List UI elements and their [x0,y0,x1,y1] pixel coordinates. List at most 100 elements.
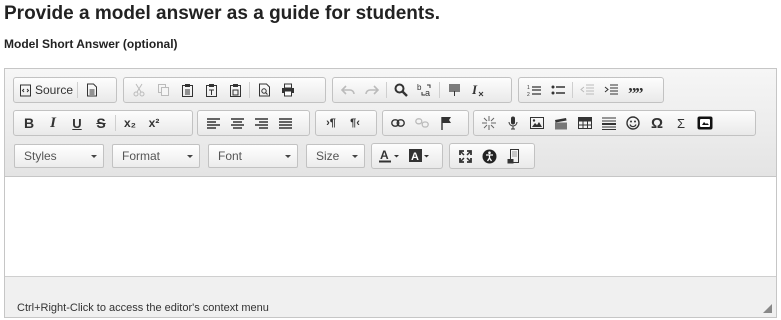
print-icon [281,83,295,97]
bulleted-list-button[interactable] [546,79,570,101]
source-icon [19,84,32,97]
cut-icon [132,83,146,97]
increase-indent-button[interactable] [599,79,623,101]
justify-button[interactable] [273,112,297,134]
unlink-button[interactable] [410,112,434,134]
rtl-button[interactable]: ¶‹ [343,112,367,134]
styles-label: Styles [24,149,57,163]
toolbar-separator [115,115,116,131]
replace-button[interactable]: ba [413,79,437,101]
paste-text-button[interactable] [199,79,223,101]
decrease-indent-button[interactable] [575,79,599,101]
show-blocks-icon [507,148,519,164]
toolbar-group-links [382,110,469,136]
editor-toolbar: Source ba I 12 ” ” B I U S x₂ x² ›¶ ¶‹ Ω… [5,69,776,177]
table-button[interactable] [573,112,597,134]
text-color-icon: A [379,149,401,163]
table-icon [578,117,592,129]
italic-glyph: I [50,114,56,131]
chevron-down-icon [187,155,193,158]
toolbar-separator [77,82,79,98]
font-dropdown[interactable]: Font [208,144,298,168]
size-dropdown[interactable]: Size [306,144,365,168]
ltr-button[interactable]: ›¶ [319,112,343,134]
paste-word-icon [229,83,242,98]
horizontal-rule-button[interactable] [597,112,621,134]
numbered-list-icon: 12 [527,84,541,97]
omega-icon: Ω [650,114,664,132]
paste-button[interactable] [175,79,199,101]
editor-status-bar: Ctrl+Right-Click to access the editor's … [5,276,776,317]
rtl-icon: ¶‹ [350,117,360,129]
math-button[interactable]: Σ [669,112,693,134]
find-button[interactable] [389,79,413,101]
sigma-icon: Σ [676,115,686,131]
align-right-button[interactable] [249,112,273,134]
replace-icon: ba [417,83,433,97]
copy-icon [157,83,170,97]
preview-button[interactable] [252,79,276,101]
show-blocks-button[interactable] [501,145,525,167]
styles-dropdown[interactable]: Styles [14,144,104,168]
copy-button[interactable] [151,79,175,101]
undo-icon [341,84,355,96]
toolbar-group-paragraph: 12 ”” [518,77,664,103]
size-label: Size [316,149,340,163]
print-button[interactable] [276,79,300,101]
smiley-icon [626,116,640,130]
blockquote-button[interactable]: ”” [623,79,647,101]
svg-text:A: A [380,149,389,162]
cut-button[interactable] [127,79,151,101]
superscript-glyph: x² [148,116,160,130]
image-button[interactable] [525,112,549,134]
subscript-glyph: x₂ [123,116,136,130]
bold-glyph: B [23,115,35,131]
toolbar-group-clipboard [123,77,326,103]
numbered-list-button[interactable]: 12 [522,79,546,101]
align-center-button[interactable] [225,112,249,134]
superscript-button[interactable]: x² [142,112,166,134]
select-all-button[interactable] [442,79,466,101]
redo-icon [365,84,379,96]
templates-button[interactable] [80,79,104,101]
toolbar-separator [439,82,440,98]
image-icon [530,117,544,129]
underline-button[interactable]: U [65,112,89,134]
toolbar-separator [572,82,573,98]
select-all-icon [448,83,461,97]
format-dropdown[interactable]: Format [112,144,200,168]
subscript-button[interactable]: x₂ [118,112,142,134]
link-button[interactable] [386,112,410,134]
maximize-button[interactable] [453,145,477,167]
source-button[interactable]: Source [17,79,75,101]
editor-content-area[interactable] [5,177,776,277]
redo-button[interactable] [360,79,384,101]
strike-button[interactable]: S [89,112,113,134]
italic-button[interactable]: I [41,112,65,134]
anchor-button[interactable] [434,112,458,134]
text-color-button[interactable]: A [375,145,405,167]
special-char-button[interactable]: Ω [645,112,669,134]
background-color-button[interactable]: A [405,145,435,167]
remove-format-icon: I [471,83,485,97]
align-center-icon [230,117,244,129]
align-left-button[interactable] [201,112,225,134]
resize-handle-icon[interactable] [763,304,772,313]
ltr-icon: ›¶ [326,117,336,129]
link-icon [391,119,405,127]
embed-button[interactable] [693,112,717,134]
remove-format-button[interactable]: I [466,79,490,101]
underline-glyph: U [72,115,82,131]
bold-button[interactable]: B [17,112,41,134]
background-color-icon: A [409,149,431,163]
undo-button[interactable] [336,79,360,101]
smiley-button[interactable] [621,112,645,134]
accessibility-button[interactable] [477,145,501,167]
sparkle-button[interactable] [477,112,501,134]
video-button[interactable] [549,112,573,134]
align-right-icon [254,117,268,129]
audio-button[interactable] [501,112,525,134]
paste-word-button[interactable] [223,79,247,101]
unlink-icon [415,118,429,128]
toolbar-group-insert: Ω Σ [473,110,756,136]
